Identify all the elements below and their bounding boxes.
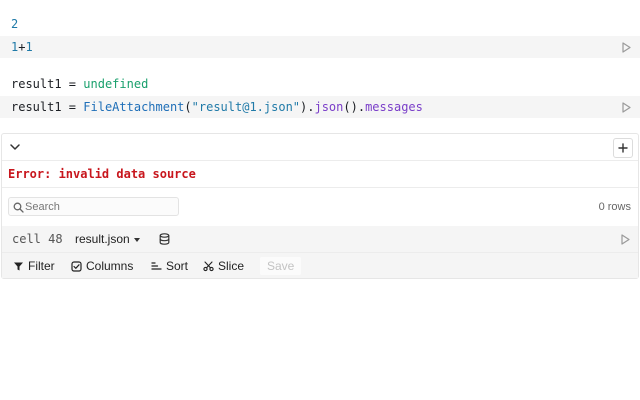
error-message: Error: invalid data source — [8, 167, 196, 181]
file-source-select[interactable]: result.json — [75, 226, 140, 252]
cell-code: 1+1 — [11, 36, 33, 58]
number-literal: 1 — [25, 40, 33, 54]
cell-code: result1 = FileAttachment("result@1.json"… — [11, 96, 423, 118]
cell-output-2: 2 — [11, 17, 19, 31]
method-json: json — [314, 100, 344, 114]
rows-count: 0 rows — [598, 201, 631, 213]
filter-icon — [14, 262, 23, 270]
checkbox-icon — [71, 260, 82, 272]
property-messages: messages — [365, 100, 423, 114]
function-name: FileAttachment — [83, 100, 185, 114]
data-table-cell: Error: invalid data source 0 rows cell 4… — [1, 133, 639, 279]
variable-name: result1 — [11, 100, 62, 114]
file-name: result.json — [75, 232, 130, 246]
string-literal: "result@1.json" — [191, 100, 301, 114]
caret-down-icon — [133, 237, 140, 242]
table-header — [2, 134, 638, 161]
filter-button[interactable]: Filter — [13, 253, 55, 279]
table-source-bar: cell 48 result.json — [2, 226, 638, 252]
database-icon[interactable] — [159, 233, 170, 245]
columns-label: Columns — [86, 259, 134, 273]
chevron-down-icon[interactable] — [8, 140, 22, 154]
sort-label: Sort — [166, 259, 189, 273]
table-toolbar: Filter Columns Sort Slice Save — [2, 252, 638, 278]
operator: = — [61, 100, 84, 114]
run-cell-button[interactable] — [619, 233, 631, 245]
play-icon — [620, 233, 630, 245]
search-icon — [13, 202, 24, 213]
variable-name: result1 — [11, 77, 62, 91]
cell-output-result1: result1 = undefined — [11, 74, 148, 94]
columns-button[interactable]: Columns — [71, 253, 133, 279]
sort-button[interactable]: Sort — [151, 253, 188, 279]
error-row: Error: invalid data source — [2, 161, 638, 188]
cell-input-2[interactable]: result1 = FileAttachment("result@1.json"… — [0, 96, 640, 118]
search-row: 0 rows — [2, 188, 638, 226]
scissors-icon — [203, 260, 214, 271]
sort-icon — [151, 261, 162, 270]
call-parens: (). — [343, 100, 366, 114]
filter-label: Filter — [28, 259, 55, 273]
paren-open: ( — [184, 100, 192, 114]
save-button[interactable]: Save — [260, 257, 302, 275]
add-cell-button[interactable] — [613, 138, 633, 158]
search-box[interactable] — [8, 197, 179, 216]
cell-label: cell 48 — [12, 232, 63, 246]
slice-button[interactable]: Slice — [203, 253, 244, 279]
run-cell-button[interactable] — [620, 41, 632, 53]
operator: = — [61, 77, 84, 91]
paren-close: ). — [300, 100, 315, 114]
cell-input-1[interactable]: 1+1 — [0, 36, 640, 58]
play-icon — [621, 41, 631, 53]
search-input[interactable] — [25, 198, 175, 215]
plus-icon — [618, 143, 628, 153]
undefined-value: undefined — [83, 77, 149, 91]
run-cell-button[interactable] — [620, 101, 632, 113]
play-icon — [621, 101, 631, 113]
slice-label: Slice — [218, 259, 245, 273]
